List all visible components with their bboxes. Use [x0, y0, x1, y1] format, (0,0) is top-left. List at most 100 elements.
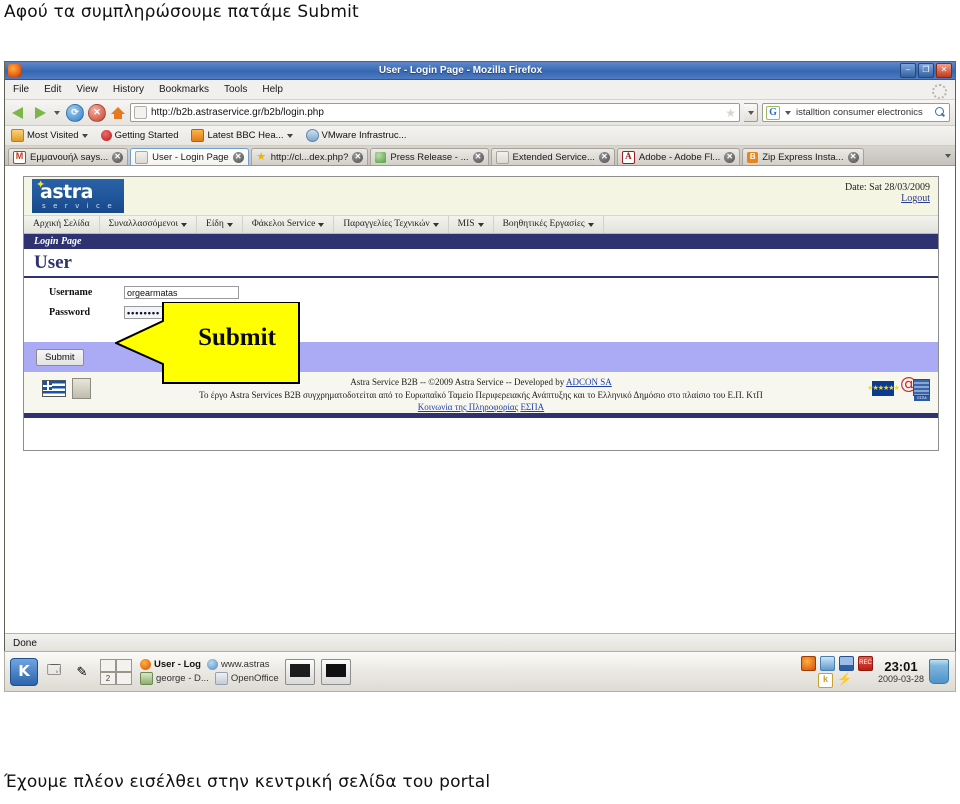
password-label: Password	[49, 307, 91, 318]
volume-icon[interactable]	[819, 655, 835, 671]
date-label: Date: Sat 28/03/2009	[845, 182, 930, 193]
bookmark-star-icon[interactable]: ★	[725, 107, 736, 119]
username-input[interactable]: orgearmatas	[124, 286, 239, 299]
username-label: Username	[49, 287, 93, 298]
history-dropdown-icon[interactable]	[54, 110, 60, 115]
getting-started-icon	[100, 130, 112, 141]
pager-desktop-2[interactable]	[116, 658, 132, 672]
tab-label: http://cl...dex.php?	[270, 151, 349, 163]
site-menu-mis[interactable]: MIS	[449, 216, 494, 233]
site-menu-tech-orders[interactable]: Παραγγελίες Τεχνικών	[334, 216, 449, 233]
search-engine-chevron-icon[interactable]	[785, 110, 791, 115]
back-icon[interactable]	[10, 104, 27, 121]
footer-copyright: Astra Service B2B -- ©2009 Astra Service…	[350, 377, 567, 387]
task-label: OpenOffice	[230, 672, 279, 684]
tab-gmail[interactable]: M Εμμανουήλ says... ✕	[8, 148, 129, 165]
close-icon[interactable]: ✕	[472, 151, 484, 163]
clock-time: 23:01	[884, 658, 918, 674]
tab-label: Εμμανουήλ says...	[30, 151, 109, 163]
terminal-icon-2[interactable]	[320, 658, 351, 685]
tab-adobe[interactable]: A Adobe - Adobe Fl... ✕	[616, 148, 741, 165]
desktop-pager[interactable]: 2	[100, 658, 134, 685]
bookmark-vmware[interactable]: VMware Infrastruc...	[305, 129, 407, 142]
close-icon[interactable]: ✕	[352, 151, 364, 163]
pager-desktop-1[interactable]	[100, 658, 116, 672]
password-input[interactable]: ••••••••	[124, 306, 239, 319]
reload-icon[interactable]: ⟳	[66, 103, 84, 122]
task-george[interactable]: george - D...	[140, 671, 209, 685]
menu-label: Συναλλασσόμενοι	[108, 219, 179, 229]
bookmark-most-visited[interactable]: Most Visited	[11, 129, 88, 142]
search-bar[interactable]: G istalltion consumer electronics	[762, 103, 950, 122]
site-menu-items[interactable]: Είδη	[197, 216, 243, 233]
star-icon: ★	[256, 150, 267, 163]
pager-desktop-4[interactable]	[116, 671, 132, 685]
tab-zip-express[interactable]: B Zip Express Insta... ✕	[742, 148, 864, 165]
search-input[interactable]: istalltion consumer electronics	[796, 107, 932, 118]
menu-bookmarks[interactable]: Bookmarks	[159, 84, 209, 95]
close-icon[interactable]: ✕	[112, 151, 124, 163]
site-menu-helper-tasks[interactable]: Βοηθητικές Εργασίες	[494, 216, 604, 233]
urlbar-dropdown-icon[interactable]	[744, 103, 758, 122]
menu-file[interactable]: File	[13, 84, 29, 95]
trash-icon[interactable]	[929, 659, 949, 684]
window-titlebar: User - Login Page - Mozilla Firefox – ❐ …	[5, 62, 955, 80]
recorder-icon[interactable]: REC	[857, 655, 873, 671]
site-menu-service-folders[interactable]: Φάκελοι Service	[243, 216, 335, 233]
kde-menu-button[interactable]: K	[10, 657, 38, 686]
site-menu-partners[interactable]: Συναλλασσόμενοι	[100, 216, 198, 233]
infosociety-link[interactable]: Κοινωνία της Πληροφορίας	[418, 402, 518, 412]
chevron-down-icon	[432, 222, 439, 227]
menu-edit[interactable]: Edit	[44, 84, 61, 95]
task-label: george - D...	[156, 672, 209, 684]
menu-help[interactable]: Help	[262, 84, 283, 95]
task-astras[interactable]: www.astras	[206, 658, 270, 670]
forward-icon[interactable]	[31, 104, 48, 121]
tab-extended-service[interactable]: Extended Service... ✕	[490, 148, 615, 165]
astra-logo[interactable]: ✦ astra s e r v i c e	[32, 179, 124, 213]
close-icon[interactable]: ✕	[232, 151, 244, 163]
bookmark-latest-bbc[interactable]: Latest BBC Hea...	[191, 129, 293, 142]
vmware-icon	[305, 129, 319, 142]
site-menu-home[interactable]: Αρχική Σελίδα	[24, 216, 100, 233]
signal-icon[interactable]	[838, 655, 854, 671]
tab-press-release[interactable]: Press Release - ... ✕	[370, 148, 489, 165]
task-user-login[interactable]: User - Log	[140, 658, 201, 670]
terminal-icon-1[interactable]	[284, 658, 315, 685]
openoffice-icon	[214, 671, 228, 685]
klipper-icon[interactable]: k	[817, 672, 833, 688]
close-icon[interactable]: ✕	[598, 151, 610, 163]
tab-index-php[interactable]: ★ http://cl...dex.php? ✕	[250, 148, 369, 165]
maximize-button[interactable]: ❐	[918, 63, 934, 78]
logout-link[interactable]: Logout	[901, 193, 930, 204]
adcon-link[interactable]: ADCON SA	[566, 377, 612, 387]
close-button[interactable]: ✕	[936, 63, 952, 78]
close-icon[interactable]: ✕	[724, 151, 736, 163]
zip-icon: B	[747, 151, 759, 163]
power-icon[interactable]: ⚡	[837, 673, 852, 686]
stop-icon[interactable]: ✕	[88, 103, 106, 122]
tab-user-login-page[interactable]: User - Login Page ✕	[130, 148, 249, 165]
site-menubar: Αρχική Σελίδα Συναλλασσόμενοι Είδη Φάκελ…	[24, 216, 938, 234]
home-icon[interactable]	[110, 105, 126, 121]
pager-row-top	[100, 658, 134, 672]
menu-view[interactable]: View	[76, 84, 98, 95]
close-icon[interactable]: ✕	[847, 151, 859, 163]
tab-overflow-icon[interactable]	[945, 153, 951, 158]
task-openoffice[interactable]: OpenOffice	[214, 671, 279, 685]
clock[interactable]: 23:01 2009-03-28	[878, 659, 924, 685]
search-icon[interactable]	[935, 107, 946, 118]
minimize-button[interactable]: –	[900, 63, 916, 78]
submit-button[interactable]: Submit	[36, 348, 84, 366]
show-desktop-icon[interactable]: 🗔	[42, 660, 66, 684]
espa-link[interactable]: ΕΣΠΑ	[520, 402, 544, 412]
editor-icon[interactable]: ✎	[70, 660, 94, 684]
menu-history[interactable]: History	[113, 84, 144, 95]
url-bar[interactable]: http://b2b.astraservice.gr/b2b/login.php…	[130, 103, 740, 122]
pager-desktop-current[interactable]: 2	[100, 671, 116, 685]
bookmark-label: VMware Infrastruc...	[321, 130, 407, 141]
firefox-icon[interactable]	[800, 655, 816, 671]
tab-label: User - Login Page	[152, 151, 229, 163]
menu-tools[interactable]: Tools	[224, 84, 247, 95]
bookmark-getting-started[interactable]: Getting Started	[100, 130, 178, 141]
